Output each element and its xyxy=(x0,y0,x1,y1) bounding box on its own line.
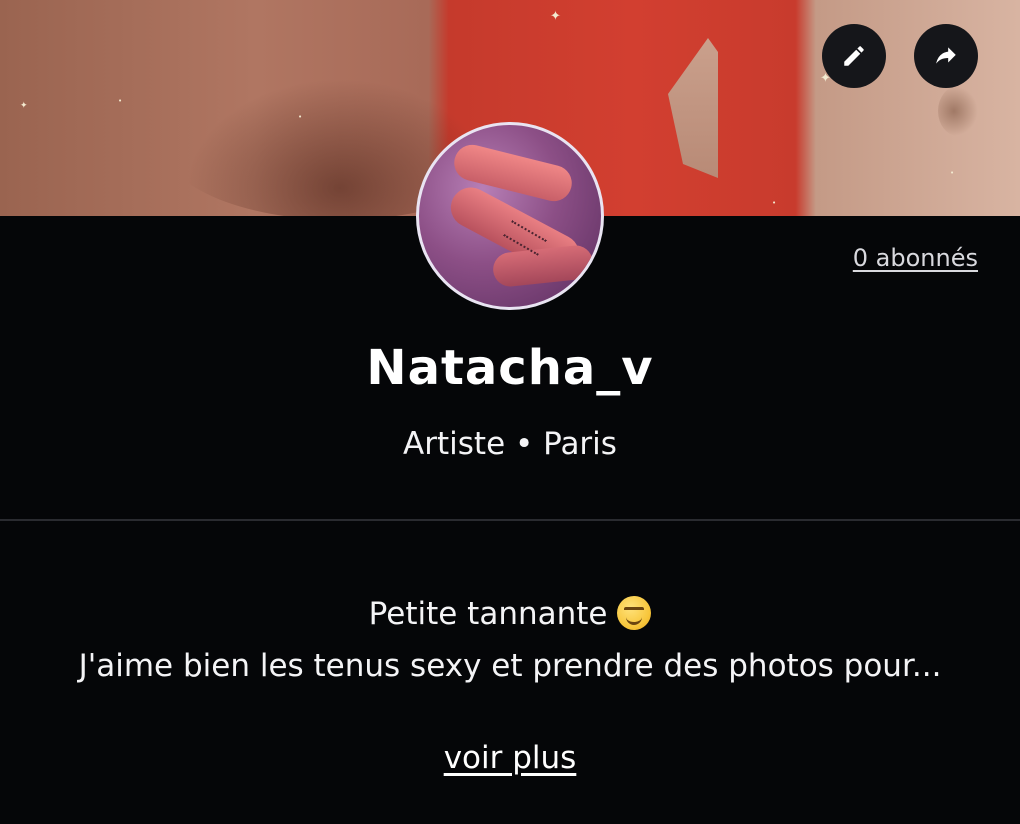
share-profile-button[interactable] xyxy=(914,24,978,88)
pencil-icon xyxy=(844,46,864,66)
avatar-photo-detail xyxy=(491,243,595,289)
sparkle-icon: • xyxy=(298,113,303,121)
share-arrow-icon xyxy=(936,47,956,64)
sparkle-icon: • xyxy=(772,199,777,207)
cover-detail xyxy=(938,86,978,136)
see-more-link[interactable]: voir plus xyxy=(444,740,577,776)
see-more-row: voir plus xyxy=(0,740,1020,776)
sparkle-icon: • xyxy=(118,97,123,105)
profile-meta: Artiste • Paris xyxy=(403,426,617,462)
bio-line-2: J'aime bien les tenus sexy et prendre de… xyxy=(78,648,942,684)
sparkle-icon: ✦ xyxy=(20,101,28,111)
sparkle-icon: ✦ xyxy=(550,9,561,24)
profile-page: ✦ ✦ • • ✦ • • 0 abonnés Natacha_v Artist… xyxy=(0,0,1020,824)
smirking-face-icon xyxy=(617,596,652,630)
divider xyxy=(0,519,1020,521)
followers-link[interactable]: 0 abonnés xyxy=(853,244,978,272)
avatar[interactable] xyxy=(416,122,604,310)
profile-bio: Petite tannante J'aime bien les tenus se… xyxy=(0,588,1020,692)
profile-username: Natacha_v xyxy=(366,340,654,396)
sparkle-icon: • xyxy=(950,169,955,177)
edit-cover-button[interactable] xyxy=(822,24,886,88)
cover-dress-cutout xyxy=(668,38,718,178)
bio-line-1: Petite tannante xyxy=(0,588,1020,640)
bio-line-1-text: Petite tannante xyxy=(368,596,608,632)
